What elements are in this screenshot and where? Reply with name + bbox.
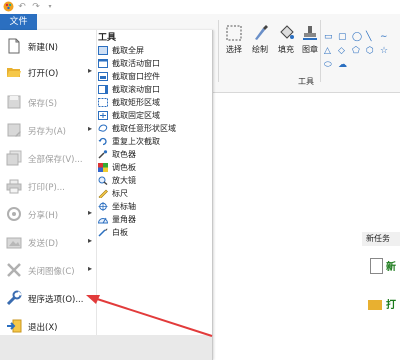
annotation-arrow (86, 295, 213, 337)
